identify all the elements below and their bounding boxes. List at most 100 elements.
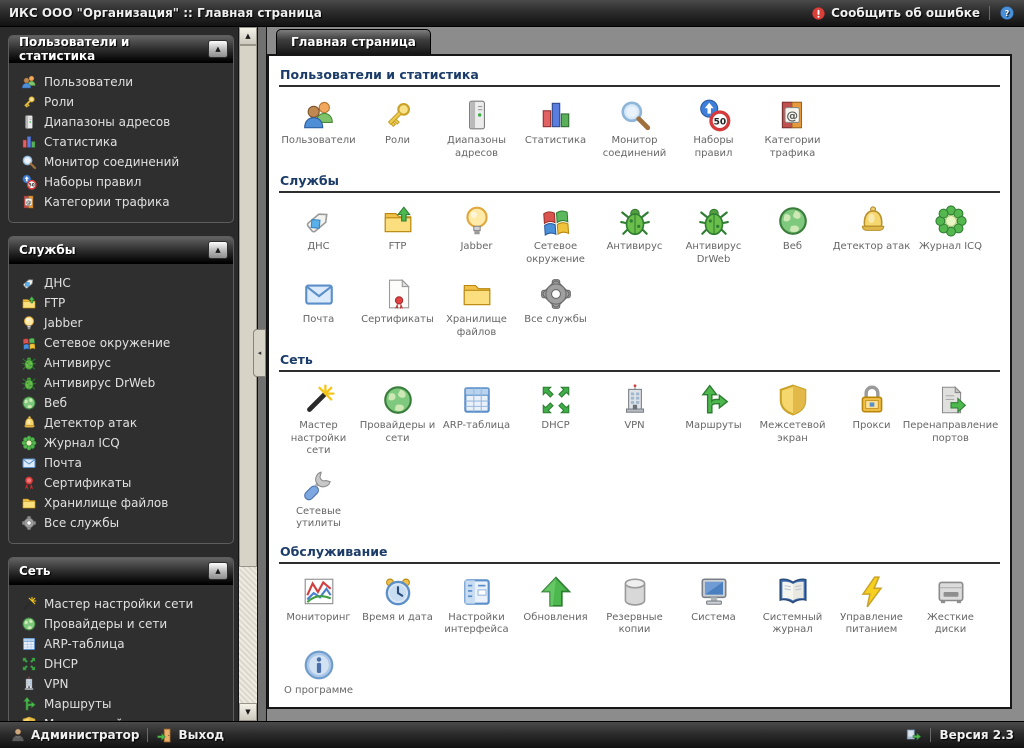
shortcut-item[interactable]: FTP xyxy=(358,203,437,266)
sidebar-item[interactable]: Почта xyxy=(9,453,233,473)
shortcut-item[interactable]: Сетевое окружение xyxy=(516,203,595,266)
shortcut-item[interactable]: Пользователи xyxy=(279,97,358,160)
shortcut-item[interactable]: Монитор соединений xyxy=(595,97,674,160)
shortcut-item[interactable]: Настройки интерфейса xyxy=(437,574,516,637)
shortcut-item[interactable]: О программе xyxy=(279,647,358,698)
shortcut-item[interactable]: Межсетевой экран xyxy=(753,382,832,458)
shortcut-item-label: Детектор атак xyxy=(832,241,911,252)
collapse-panel-button[interactable]: ▲ xyxy=(208,241,228,259)
sidebar-item[interactable]: Хранилище файлов xyxy=(9,493,233,513)
sidebar-item-label: Статистика xyxy=(44,135,118,149)
sidebar-item[interactable]: Веб xyxy=(9,393,233,413)
shortcut-item[interactable]: VPN xyxy=(595,382,674,458)
sidebar-item[interactable]: Сертификаты xyxy=(9,473,233,493)
connection-icon xyxy=(905,727,922,744)
collapse-sidebar-handle[interactable]: ◂ xyxy=(253,329,266,377)
sidebar-item[interactable]: Сетевое окружение xyxy=(9,333,233,353)
magnifier-icon xyxy=(618,97,652,133)
current-user-button[interactable]: Администратор xyxy=(10,727,139,743)
sidebar-item[interactable]: Антивирус DrWeb xyxy=(9,373,233,393)
collapse-panel-button[interactable]: ▲ xyxy=(208,562,228,580)
report-error-label: Сообщить об ошибке xyxy=(831,6,980,20)
shortcut-item[interactable]: Детектор атак xyxy=(832,203,911,266)
divider xyxy=(147,728,149,742)
shortcut-item-label: Антивирус DrWeb xyxy=(685,241,742,265)
shortcut-item[interactable]: Мастер настройки сети xyxy=(279,382,358,458)
logout-button[interactable]: Выход xyxy=(156,727,224,744)
shortcut-item[interactable]: Обновления xyxy=(516,574,595,637)
sidebar-item[interactable]: 50 Наборы правил xyxy=(9,172,233,192)
sidebar-item[interactable]: Детектор атак xyxy=(9,413,233,433)
shortcut-item[interactable]: 50 Наборы правил xyxy=(674,97,753,160)
sidebar-panel-header[interactable]: Пользователи и статистика ▲ xyxy=(9,36,233,63)
shortcut-item[interactable]: Система xyxy=(674,574,753,637)
divider xyxy=(989,6,990,20)
sidebar-item[interactable]: Статистика xyxy=(9,132,233,152)
report-error-button[interactable]: Сообщить об ошибке xyxy=(811,6,980,21)
sidebar-item[interactable]: ARP-таблица xyxy=(9,634,233,654)
shortcut-item[interactable]: DHCP xyxy=(516,382,595,458)
shortcut-item[interactable]: Веб xyxy=(753,203,832,266)
sidebar-item[interactable]: DHCP xyxy=(9,654,233,674)
shortcut-item[interactable]: Все службы xyxy=(516,276,595,339)
sidebar-item[interactable]: FTP xyxy=(9,293,233,313)
shortcut-item[interactable]: Системный журнал xyxy=(753,574,832,637)
sidebar-item[interactable]: ДНС xyxy=(9,273,233,293)
shortcut-item-label: Жесткие диски xyxy=(927,611,974,636)
tab-home[interactable]: Главная страница xyxy=(276,29,431,54)
sidebar-item[interactable]: Все службы xyxy=(9,513,233,533)
sidebar-item[interactable]: Монитор соединений xyxy=(9,152,233,172)
shortcut-grid: Пользователи Роли Диапазоны адресов Статист… xyxy=(279,87,1000,164)
sidebar-item[interactable]: @ Категории трафика xyxy=(9,192,233,212)
shortcut-item[interactable]: Сетевые утилиты xyxy=(279,468,358,531)
globe-icon xyxy=(21,395,37,411)
sidebar-panel-header[interactable]: Сеть ▲ xyxy=(9,558,233,585)
scroll-down-button[interactable]: ▼ xyxy=(239,703,257,721)
shortcut-item[interactable]: ARP-таблица xyxy=(437,382,516,458)
sidebar-panel-header[interactable]: Службы ▲ xyxy=(9,237,233,264)
shortcut-item[interactable]: Время и дата xyxy=(358,574,437,637)
sidebar-item[interactable]: Пользователи xyxy=(9,72,233,92)
workspace: Пользователи и статистика ▲ Пользователи Ро… xyxy=(0,27,1024,721)
shortcut-item[interactable]: Провайдеры и сети xyxy=(358,382,437,458)
shortcut-item[interactable]: Управление питанием xyxy=(832,574,911,637)
sidebar-item[interactable]: Провайдеры и сети xyxy=(9,614,233,634)
shortcut-item[interactable]: Jabber xyxy=(437,203,516,266)
question-icon[interactable]: ? xyxy=(999,5,1015,21)
shortcut-item[interactable]: Маршруты xyxy=(674,382,753,458)
sidebar-splitter[interactable]: ◂ xyxy=(253,27,267,721)
sidebar-item[interactable]: Jabber xyxy=(9,313,233,333)
sidebar-item[interactable]: Антивирус xyxy=(9,353,233,373)
sidebar-item-label: DHCP xyxy=(44,657,78,671)
scrollbar-thumb[interactable] xyxy=(239,45,257,567)
shortcut-item[interactable]: Журнал ICQ xyxy=(911,203,990,266)
shortcut-item[interactable]: Почта xyxy=(279,276,358,339)
shortcut-item[interactable]: Роли xyxy=(358,97,437,160)
shortcut-item-label: Почта xyxy=(302,314,335,325)
sidebar-item[interactable]: Роли xyxy=(9,92,233,112)
shortcut-item[interactable]: Диапазоны адресов xyxy=(437,97,516,160)
shortcut-item[interactable]: Резервные копии xyxy=(595,574,674,637)
sidebar-item[interactable]: Межсетевой экран xyxy=(9,714,233,721)
sidebar-item[interactable]: VPN xyxy=(9,674,233,694)
shortcut-item[interactable]: @ Категории трафика xyxy=(753,97,832,160)
shortcut-item[interactable]: Мониторинг xyxy=(279,574,358,637)
tag-icon xyxy=(302,203,336,239)
shortcut-item[interactable]: Антивирус DrWeb xyxy=(674,203,753,266)
sidebar-item[interactable]: Маршруты xyxy=(9,694,233,714)
scroll-up-button[interactable]: ▲ xyxy=(239,27,257,45)
shortcut-item[interactable]: Жесткие диски xyxy=(911,574,990,637)
sidebar-item[interactable]: Диапазоны адресов xyxy=(9,112,233,132)
sidebar-panel: Службы ▲ ДНС FTP Jabber Сетевое окружение Анти… xyxy=(8,236,234,544)
sidebar-item[interactable]: Мастер настройки сети xyxy=(9,594,233,614)
shortcut-item[interactable]: ДНС xyxy=(279,203,358,266)
shortcut-item[interactable]: Прокси xyxy=(832,382,911,458)
shortcut-item[interactable]: Сертификаты xyxy=(358,276,437,339)
shortcut-item[interactable]: Хранилище файлов xyxy=(437,276,516,339)
shortcut-item[interactable]: Перенаправление портов xyxy=(903,382,998,458)
shortcut-item[interactable]: Антивирус xyxy=(595,203,674,266)
collapse-panel-button[interactable]: ▲ xyxy=(208,40,228,58)
sidebar-item[interactable]: Журнал ICQ xyxy=(9,433,233,453)
sidebar-item-label: Журнал ICQ xyxy=(44,436,120,450)
shortcut-item[interactable]: Статистика xyxy=(516,97,595,160)
